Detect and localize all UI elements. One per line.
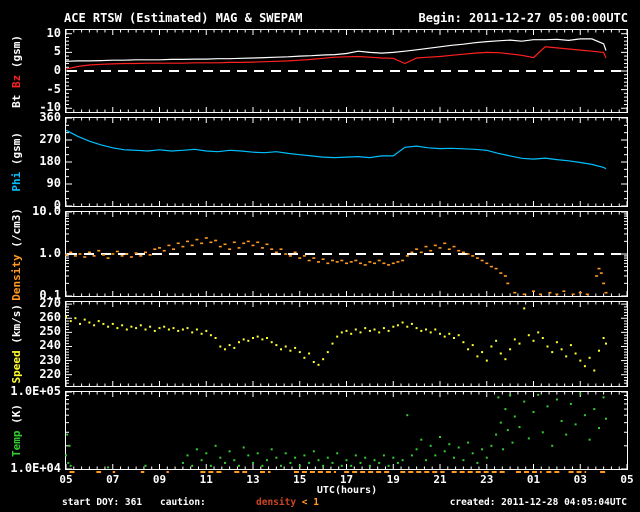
series-Density [65,237,608,296]
axis-title-part: (gsm) [9,34,23,75]
axis-title-part: Bz [9,74,23,88]
x-axis-title: UTC(hours) [316,485,378,496]
axis-title-part: Density [9,254,23,301]
xtick-label: 05 [620,473,634,486]
caution-word: density [256,497,297,508]
speed-panel [65,301,628,387]
xtick-label: 07 [106,473,120,486]
mag-panel [65,29,628,113]
xtick-label: 11 [199,473,213,486]
axis-title-part: (km/s) [9,304,23,351]
axis-title-part: (/cm3) [9,207,23,254]
ace-rtsw-screen: ACE RTSW (Estimated) MAG & SWEPAM Begin:… [0,0,640,512]
temp-axis-title: Temp (K) [2,391,30,470]
series-Speed [65,307,607,372]
density-panel [65,211,628,297]
page-title: ACE RTSW (Estimated) MAG & SWEPAM [64,11,303,25]
axis-title-part: Speed [9,350,23,384]
axis-title-part: Phi [9,171,23,192]
temp-panel [65,391,628,470]
created-timestamp: created: 2011-12-28 04:05:04UTC [449,497,627,508]
caution-markers [69,471,606,473]
xtick-label: 09 [152,473,167,486]
caution-condition: < 1 [296,497,319,508]
caution-value: density < 1 [256,497,319,508]
phi-panel [65,117,628,207]
axis-title-part: (K) [9,404,23,431]
begin-timestamp: Begin: 2011-12-27 05:00:00UTC [418,11,628,25]
series-Temp [65,392,607,469]
xtick-label: 05 [59,473,73,486]
caution-label: caution: [160,497,206,508]
xtick-label: 23 [480,473,494,486]
phi-axis-title: Phi (gsm) [2,117,30,207]
density-axis-title: Density (/cm3) [2,207,30,301]
start-doy-label: start DOY: 361 [62,497,143,508]
speed-axis-title: Speed (km/s) [2,301,30,387]
xtick-label: 21 [433,473,447,486]
xtick-label: 03 [573,473,587,486]
xtick-label: 13 [246,473,260,486]
series-Bz [65,46,607,70]
axis-title-part: Temp [9,430,23,458]
mag-axis-title: Bt Bz (gsm) [2,29,30,113]
axis-title-part: Bt [9,87,23,108]
axis-title-part: (gsm) [9,132,23,172]
series-Phi [65,129,607,170]
series-Bt [65,38,607,62]
xtick-label: 01 [526,473,541,486]
